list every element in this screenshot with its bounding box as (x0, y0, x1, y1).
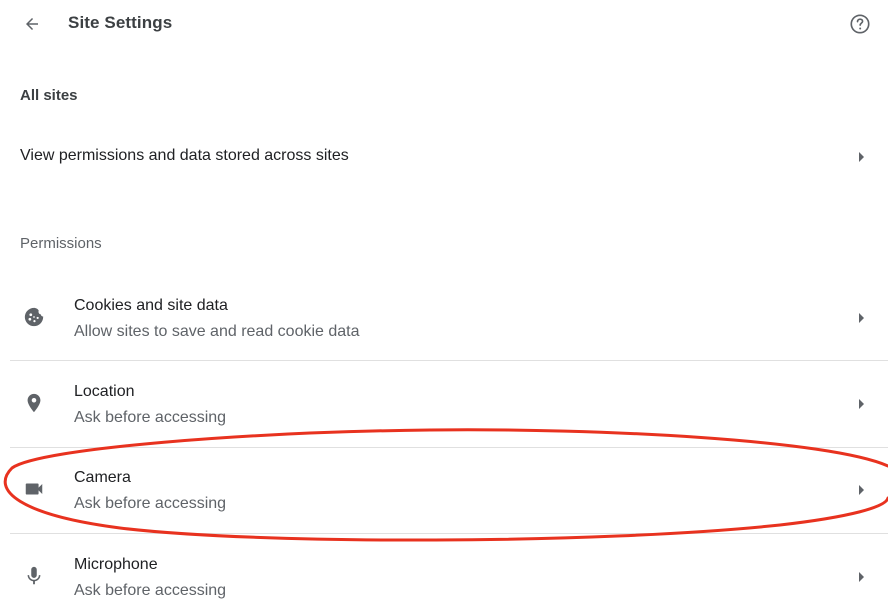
site-settings-page: Site Settings All sites View permissions… (0, 0, 888, 616)
permission-row-camera[interactable]: Camera Ask before accessing (0, 447, 888, 533)
permission-row-microphone[interactable]: Microphone Ask before accessing (0, 534, 888, 616)
view-permissions-row[interactable]: View permissions and data stored across … (0, 133, 888, 181)
permission-subtitle: Allow sites to save and read cookie data (74, 323, 360, 340)
chevron-right-icon (856, 313, 866, 323)
permission-subtitle: Ask before accessing (74, 495, 227, 512)
back-button[interactable] (20, 12, 44, 36)
permission-row-location[interactable]: Location Ask before accessing (0, 361, 888, 447)
all-sites-heading: All sites (20, 87, 78, 104)
permission-title: Microphone (74, 556, 158, 573)
permission-row-cookies[interactable]: Cookies and site data Allow sites to sav… (0, 275, 888, 361)
permission-subtitle: Ask before accessing (74, 582, 227, 599)
permission-subtitle: Ask before accessing (74, 409, 227, 426)
permissions-heading: Permissions (20, 235, 102, 252)
page-title: Site Settings (68, 13, 173, 32)
permission-title: Cookies and site data (74, 297, 228, 314)
permission-title: Location (74, 383, 135, 400)
header: Site Settings (0, 0, 888, 48)
help-button[interactable] (848, 12, 872, 36)
microphone-icon (22, 564, 46, 588)
permission-title: Camera (74, 469, 131, 486)
chevron-right-icon (856, 572, 866, 582)
chevron-right-icon (856, 399, 866, 409)
video-camera-icon (22, 477, 46, 501)
cookie-icon (22, 305, 46, 329)
chevron-right-icon (856, 485, 866, 495)
arrow-back-icon (26, 18, 38, 30)
chevron-right-icon (856, 152, 866, 162)
help-circle-icon (850, 14, 870, 34)
location-pin-icon (22, 391, 46, 415)
view-permissions-label: View permissions and data stored across … (20, 147, 349, 164)
